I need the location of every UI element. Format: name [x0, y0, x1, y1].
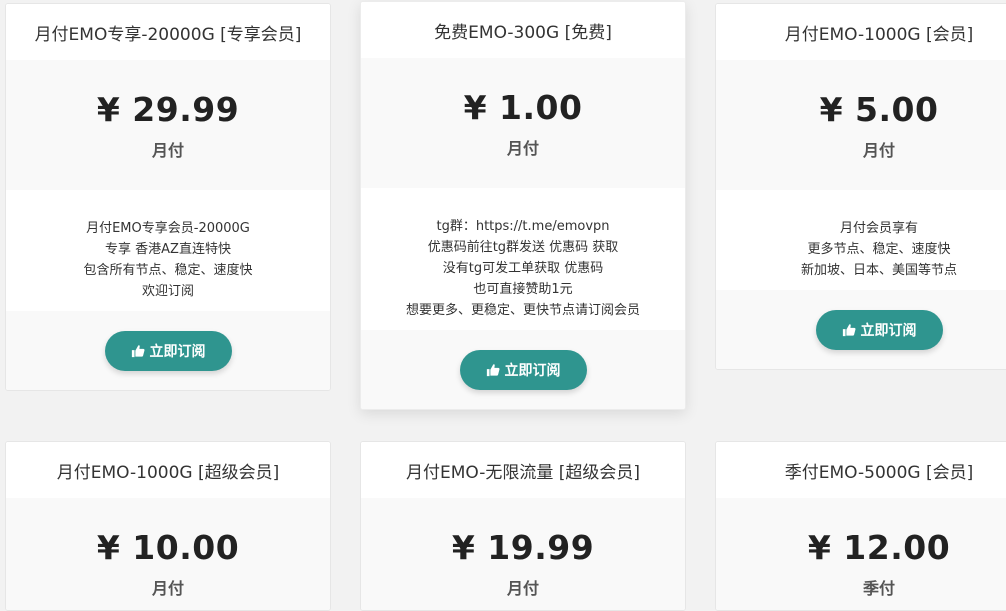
description-line: 欢迎订阅	[141, 284, 194, 299]
plan-description: 月付EMO专享会员-20000G 专享 香港AZ直连特快 包含所有节点、稳定、速…	[6, 190, 330, 311]
plan-description: tg群：https://t.me/emovpn 优惠码前往tg群发送 优惠码 获…	[361, 188, 685, 330]
description-line: 优惠码前往tg群发送 优惠码 获取	[427, 240, 619, 255]
price-block: ¥ 29.99 月付	[6, 60, 330, 190]
plan-card: 免费EMO-300G [免费] ¥ 1.00 月付 tg群：https://t.…	[360, 1, 686, 410]
plan-card: 月付EMO专享-20000G [专享会员] ¥ 29.99 月付 月付EMO专享…	[5, 3, 331, 391]
price-block: ¥ 12.00 季付	[716, 498, 1006, 610]
price-block: ¥ 1.00 月付	[361, 58, 685, 188]
description-line: 包含所有节点、稳定、速度快	[83, 263, 253, 278]
subscribe-button[interactable]: 立即订阅	[815, 310, 943, 350]
plan-card: 季付EMO-5000G [会员] ¥ 12.00 季付	[715, 441, 1006, 611]
subscribe-label: 立即订阅	[149, 344, 206, 360]
plan-price: ¥ 1.00	[463, 88, 583, 127]
plan-period: 月付	[151, 141, 184, 160]
plan-price: ¥ 5.00	[819, 90, 939, 129]
plan-title: 月付EMO专享-20000G [专享会员]	[6, 4, 330, 60]
plan-title: 月付EMO-1000G [会员]	[716, 4, 1006, 60]
description-line: 想要更多、更稳定、更快节点请订阅会员	[405, 303, 640, 318]
thumbs-up-icon	[131, 344, 145, 358]
button-area: 立即订阅	[6, 311, 330, 390]
description-line: 更多节点、稳定、速度快	[807, 242, 951, 257]
plan-period: 季付	[862, 579, 895, 598]
plan-title: 季付EMO-5000G [会员]	[716, 442, 1006, 498]
plan-period: 月付	[151, 579, 184, 598]
subscribe-button[interactable]: 立即订阅	[104, 331, 232, 371]
description-line: 月付EMO专享会员-20000G	[86, 221, 250, 236]
description-line: 月付会员享有	[839, 221, 918, 236]
plan-period: 月付	[506, 579, 539, 598]
plan-title: 月付EMO-无限流量 [超级会员]	[361, 442, 685, 498]
thumbs-up-icon	[842, 323, 856, 337]
plan-title: 免费EMO-300G [免费]	[361, 2, 685, 58]
plan-price: ¥ 12.00	[807, 528, 951, 567]
price-block: ¥ 5.00 月付	[716, 60, 1006, 190]
plan-price: ¥ 19.99	[451, 528, 595, 567]
plan-card: 月付EMO-1000G [会员] ¥ 5.00 月付 月付会员享有 更多节点、稳…	[715, 3, 1006, 370]
description-line: 新加坡、日本、美国等节点	[800, 263, 957, 278]
plan-title: 月付EMO-1000G [超级会员]	[6, 442, 330, 498]
plan-period: 月付	[862, 141, 895, 160]
description-line: 专享 香港AZ直连特快	[105, 242, 231, 257]
plan-card: 月付EMO-1000G [超级会员] ¥ 10.00 月付	[5, 441, 331, 611]
plan-card: 月付EMO-无限流量 [超级会员] ¥ 19.99 月付	[360, 441, 686, 611]
subscribe-label: 立即订阅	[860, 323, 917, 339]
button-area: 立即订阅	[361, 330, 685, 409]
thumbs-up-icon	[486, 363, 500, 377]
subscribe-button[interactable]: 立即订阅	[459, 350, 587, 390]
plan-description: 月付会员享有 更多节点、稳定、速度快 新加坡、日本、美国等节点	[716, 190, 1006, 290]
price-block: ¥ 10.00 月付	[6, 498, 330, 610]
description-line: 没有tg可发工单获取 优惠码	[442, 261, 604, 276]
price-block: ¥ 19.99 月付	[361, 498, 685, 610]
plan-price: ¥ 10.00	[96, 528, 240, 567]
description-line: 也可直接赞助1元	[473, 282, 573, 297]
subscribe-label: 立即订阅	[504, 363, 561, 379]
description-line: tg群：https://t.me/emovpn	[436, 219, 610, 234]
plan-period: 月付	[506, 139, 539, 158]
button-area: 立即订阅	[716, 290, 1006, 369]
plan-price: ¥ 29.99	[96, 90, 240, 129]
